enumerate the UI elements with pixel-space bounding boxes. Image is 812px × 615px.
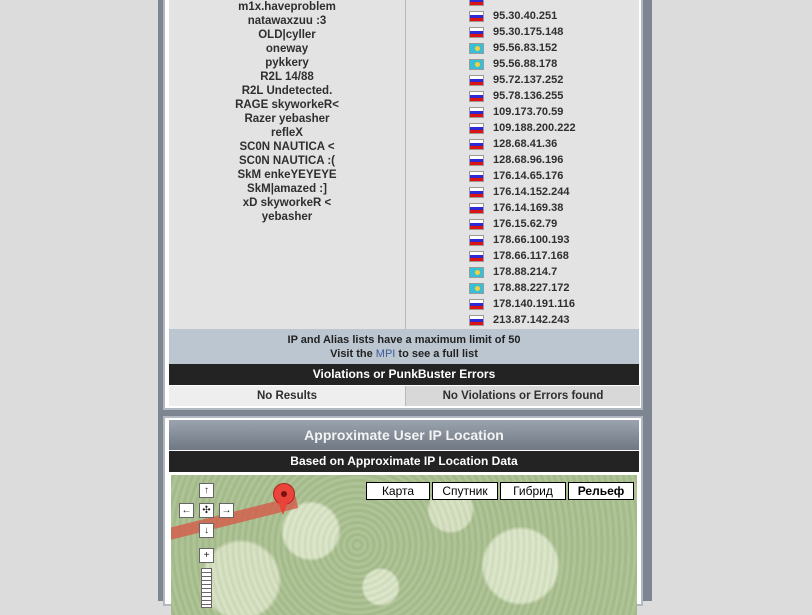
ip-address: 109.173.70.59 xyxy=(493,106,564,118)
pan-left-arrow-icon[interactable]: ← xyxy=(179,503,194,518)
russia-flag-icon xyxy=(469,155,484,166)
map-type-map-button[interactable]: Карта xyxy=(366,482,430,500)
russia-flag-icon xyxy=(469,219,484,230)
mpi-notice-suffix: to see a full list xyxy=(398,348,478,360)
pan-right-arrow-icon[interactable]: → xyxy=(219,503,234,518)
alias-item: pykkery xyxy=(265,57,309,69)
ip-address: 178.88.214.7 xyxy=(493,266,558,278)
kazakhstan-flag-icon xyxy=(469,59,484,70)
alias-item: yebasher xyxy=(261,211,313,223)
alias-item: oneway xyxy=(265,43,309,55)
kazakhstan-flag-icon xyxy=(469,43,484,54)
pan-center-icon[interactable]: ✣ xyxy=(199,503,214,518)
map-type-selector: Карта Спутник Гибрид Рельеф xyxy=(364,482,634,500)
pan-down-arrow-icon[interactable]: ↓ xyxy=(199,523,214,538)
russia-flag-icon xyxy=(469,11,484,22)
russia-flag-icon xyxy=(469,123,484,134)
ip-address: 95.30.175.148 xyxy=(493,26,564,38)
ip-address: 109.188.200.222 xyxy=(493,122,576,134)
ip-address: 178.140.191.116 xyxy=(493,298,575,310)
ip-address: 128.68.41.36 xyxy=(493,138,558,150)
ip-address: 176.14.152.244 xyxy=(493,186,570,198)
map-type-satellite-button[interactable]: Спутник xyxy=(432,482,498,500)
alias-item: RAGE skyworkeR< xyxy=(235,99,339,111)
alias-item: Razer yebasher xyxy=(244,113,330,125)
alias-item: m1x.haveproblem xyxy=(238,1,336,13)
mpi-notice-prefix: Visit the xyxy=(330,348,373,360)
alias-ip-columns: m1x.haveproblem natawaxzuu :3 OLD|cyller on… xyxy=(169,0,639,329)
alias-item: R2L Undetected. xyxy=(241,85,333,97)
alias-item: SkM enkeYEYEYE xyxy=(237,169,337,181)
ip-address: 95.56.88.178 xyxy=(493,58,558,70)
russia-flag-icon xyxy=(469,139,484,150)
ip-address: 95.78.136.255 xyxy=(493,90,564,102)
russia-flag-icon xyxy=(469,315,484,326)
limit-notice-text: IP and Alias lists have a maximum limit … xyxy=(287,334,521,346)
ip-address: 176.14.169.38 xyxy=(493,202,564,214)
russia-flag-icon xyxy=(469,187,484,198)
alias-item: SC0N NAUTICA < xyxy=(239,141,335,153)
russia-flag-icon xyxy=(469,107,484,118)
location-title: Approximate User IP Location xyxy=(169,420,639,450)
russia-flag-icon xyxy=(469,75,484,86)
ip-address: 178.66.117.168 xyxy=(493,250,569,262)
mpi-link[interactable]: MPI xyxy=(376,348,396,360)
player-info-panel: m1x.haveproblem natawaxzuu :3 OLD|cyller on… xyxy=(163,0,643,410)
ip-location-panel: Approximate User IP Location Based on Ap… xyxy=(163,416,643,615)
russia-flag-icon xyxy=(469,251,484,262)
limit-notice: IP and Alias lists have a maximum limit … xyxy=(169,329,639,364)
ip-address: 128.68.96.196 xyxy=(493,154,564,166)
map-type-terrain-button[interactable]: Рельеф xyxy=(568,482,634,500)
alias-item: xD skyworkeR < xyxy=(242,197,332,209)
alias-item: refleX xyxy=(271,127,303,139)
alias-item: natawaxzuu :3 xyxy=(247,15,327,27)
russia-flag-icon xyxy=(469,27,484,38)
russia-flag-icon xyxy=(469,235,484,246)
ip-address: 213.87.142.243 xyxy=(493,314,570,326)
kazakhstan-flag-icon xyxy=(469,283,484,294)
alias-item: OLD|cyller xyxy=(258,29,316,41)
location-map[interactable]: Карта Спутник Гибрид Рельеф ↑ ← ✣ → ↓ + xyxy=(171,475,637,615)
russia-flag-icon xyxy=(469,0,484,6)
pan-up-arrow-icon[interactable]: ↑ xyxy=(199,483,214,498)
ip-address: 95.72.137.252 xyxy=(493,74,564,86)
russia-flag-icon xyxy=(469,171,484,182)
ip-address: 178.88.227.172 xyxy=(493,282,570,294)
column-divider xyxy=(405,0,406,329)
location-subheader: Based on Approximate IP Location Data xyxy=(169,451,639,472)
russia-flag-icon xyxy=(469,91,484,102)
alias-item: R2L 14/88 xyxy=(260,71,314,83)
ip-address: 95.56.83.152 xyxy=(493,42,558,54)
ip-address: 176.15.62.79 xyxy=(493,218,558,230)
ip-address: 95.30.40.251 xyxy=(493,10,558,22)
violations-header: Violations or PunkBuster Errors xyxy=(169,364,639,385)
russia-flag-icon xyxy=(469,203,484,214)
alias-item: SC0N NAUTICA :( xyxy=(238,155,336,167)
ip-address: 178.66.100.193 xyxy=(493,234,570,246)
alias-item: SkM|amazed :] xyxy=(247,183,327,195)
map-type-hybrid-button[interactable]: Гибрид xyxy=(500,482,566,500)
no-violations-cell: No Violations or Errors found xyxy=(405,386,640,406)
mpi-notice: Visit the MPI to see a full list xyxy=(169,347,639,361)
zoom-in-plus-icon[interactable]: + xyxy=(199,548,214,563)
location-marker-icon[interactable] xyxy=(273,483,295,517)
russia-flag-icon xyxy=(469,299,484,310)
kazakhstan-flag-icon xyxy=(469,267,484,278)
zoom-slider[interactable] xyxy=(201,568,212,608)
ip-address: 176.14.65.176 xyxy=(493,170,564,182)
no-results-cell: No Results xyxy=(169,386,405,406)
